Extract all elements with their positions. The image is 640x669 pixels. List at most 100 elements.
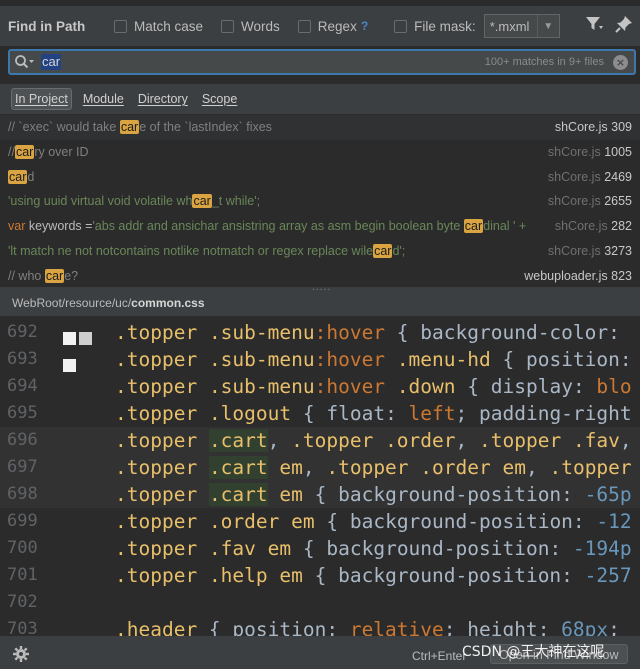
regex-checkbox[interactable]: Regex ? [297,19,368,34]
css-selector: .down [396,375,456,398]
regex-help-link[interactable]: ? [361,19,368,33]
code-preview[interactable]: 692 .topper .sub-menu:hover { background-… [0,318,640,636]
words-label: Words [241,18,280,34]
code-line[interactable]: 695 .topper .logout { float: left; paddin… [0,400,640,427]
css-punct: : [608,321,620,344]
result-file-name: shCore.js [547,169,601,184]
file-mask-box[interactable] [394,19,408,33]
result-file-name: shCore.js [547,194,601,209]
css-keyword: relative [349,618,444,636]
css-selector: .logout [208,402,292,425]
css-selector: .header [115,618,198,636]
code-line[interactable]: 693 .topper .sub-menu:hover .menu-hd { po… [0,346,640,373]
css-punct: , [455,429,479,452]
css-punct [197,456,209,479]
preview-path-file: common.css [131,296,205,310]
result-file: shCore.js 3273 [541,238,632,264]
css-number: -65p [584,483,632,506]
scope-module[interactable]: Module [80,89,127,109]
code-text: .header { position: relative; height: 68… [115,616,620,636]
match-case-box[interactable] [114,19,127,33]
css-punct [197,564,209,587]
result-text: //carry over ID [8,140,89,165]
pin-icon[interactable] [614,14,634,34]
css-punct: , [267,429,292,452]
result-file: shCore.js 2655 [541,189,632,215]
result-row[interactable]: 'lt match ne not notcontains notlike not… [0,238,640,264]
search-input[interactable]: car 100+ matches in 9+ files × [8,49,636,75]
css-selector: .topper [115,483,198,506]
result-text: 'lt match ne not notcontains notlike not… [8,239,405,264]
css-punct: ; [608,618,620,636]
css-selector: .topper [115,537,198,560]
code-line[interactable]: 699 .topper .order em { background-positi… [0,508,640,535]
css-selector: .cart [208,456,268,479]
css-selector: .topper [549,456,632,479]
css-property: background-color [420,321,609,344]
css-punct [256,537,268,560]
clear-icon[interactable]: × [613,55,628,70]
match-count: 100+ matches in 9+ files [484,56,604,68]
css-punct: , [619,429,632,452]
code-line[interactable]: 696 .topper .cart, .topper .order, .toppe… [0,427,640,454]
search-icon[interactable] [14,53,38,71]
result-match: car [119,120,140,134]
regex-box[interactable] [297,19,311,33]
css-tag: em [279,564,303,587]
css-selector: .topper [115,564,198,587]
match-case-label: Match case [134,18,204,34]
css-selector: .menu-hd [396,348,491,371]
code-line[interactable]: 698 .topper .cart em { background-positio… [0,481,640,508]
words-checkbox[interactable]: Words [221,19,280,34]
words-box[interactable] [221,19,235,33]
result-after: dinal ' + [483,219,527,234]
dropdown-arrow-icon[interactable]: ▼ [536,15,559,37]
css-keyword: left [408,402,456,425]
result-after: d [27,169,35,184]
code-line[interactable]: 700 .topper .fav em { background-position… [0,535,640,562]
code-line[interactable]: 701 .topper .help em { background-positio… [0,562,640,589]
code-text: .topper .sub-menu:hover { background-col… [115,319,620,346]
css-number: -194p [572,537,632,560]
code-line[interactable]: 697 .topper .cart em, .topper .order em, … [0,454,640,481]
css-selector: .sub-menu [208,348,315,371]
results-list: // `exec` would take care of the `lastIn… [0,115,640,287]
css-selector: .topper [115,429,198,452]
css-selector: .topper [326,456,409,479]
line-number: 695 [7,403,38,423]
line-number: 697 [7,457,38,477]
result-text: var keywords ='abs addr and ansichar ans… [8,214,526,239]
css-tag: em [279,456,303,479]
result-row[interactable]: 'using uuid virtual void volatile whcar_… [0,189,640,215]
scope-tabs: In Project Module Directory Scope [0,84,640,114]
file-mask-select[interactable]: *.mxml ▼ [483,14,560,38]
result-file: webuploader.js 823 [518,263,632,287]
result-row[interactable]: //carry over ID shCore.js 1005 [0,139,640,165]
css-selector: .cart [208,483,268,506]
scope-in-project[interactable]: In Project [11,88,72,110]
result-row[interactable]: var keywords ='abs addr and ansichar ans… [0,214,640,239]
result-after: e? [64,268,79,283]
result-match: car [373,243,393,258]
watermark-text: CSDN @王大神在这呢 [462,644,605,660]
css-punct: : [537,618,562,636]
scope-scope[interactable]: Scope [199,89,240,109]
css-selector: .sub-menu [208,375,315,398]
scope-directory[interactable]: Directory [135,89,191,109]
code-line[interactable]: 694 .topper .sub-menu:hover .down { displ… [0,373,640,400]
code-line[interactable]: 703 .header { position: relative; height:… [0,616,640,636]
gear-icon[interactable] [12,645,30,663]
file-mask-checkbox[interactable]: File mask: [394,19,476,34]
preview-path-dir: WebRoot/resource/uc/ [12,296,132,310]
match-case-checkbox[interactable]: Match case [114,19,203,34]
filter-icon[interactable] [584,14,604,34]
code-line[interactable]: 692 .topper .sub-menu:hover { background-… [0,319,640,346]
css-punct [373,429,385,452]
result-row[interactable]: // `exec` would take care of the `lastIn… [0,115,640,140]
css-punct: , [525,456,550,479]
css-punct [385,348,397,371]
css-punct: { [291,402,327,425]
search-query[interactable]: car [41,54,62,70]
result-row[interactable]: card shCore.js 2469 [0,164,640,190]
code-line[interactable]: 702 [0,589,640,616]
